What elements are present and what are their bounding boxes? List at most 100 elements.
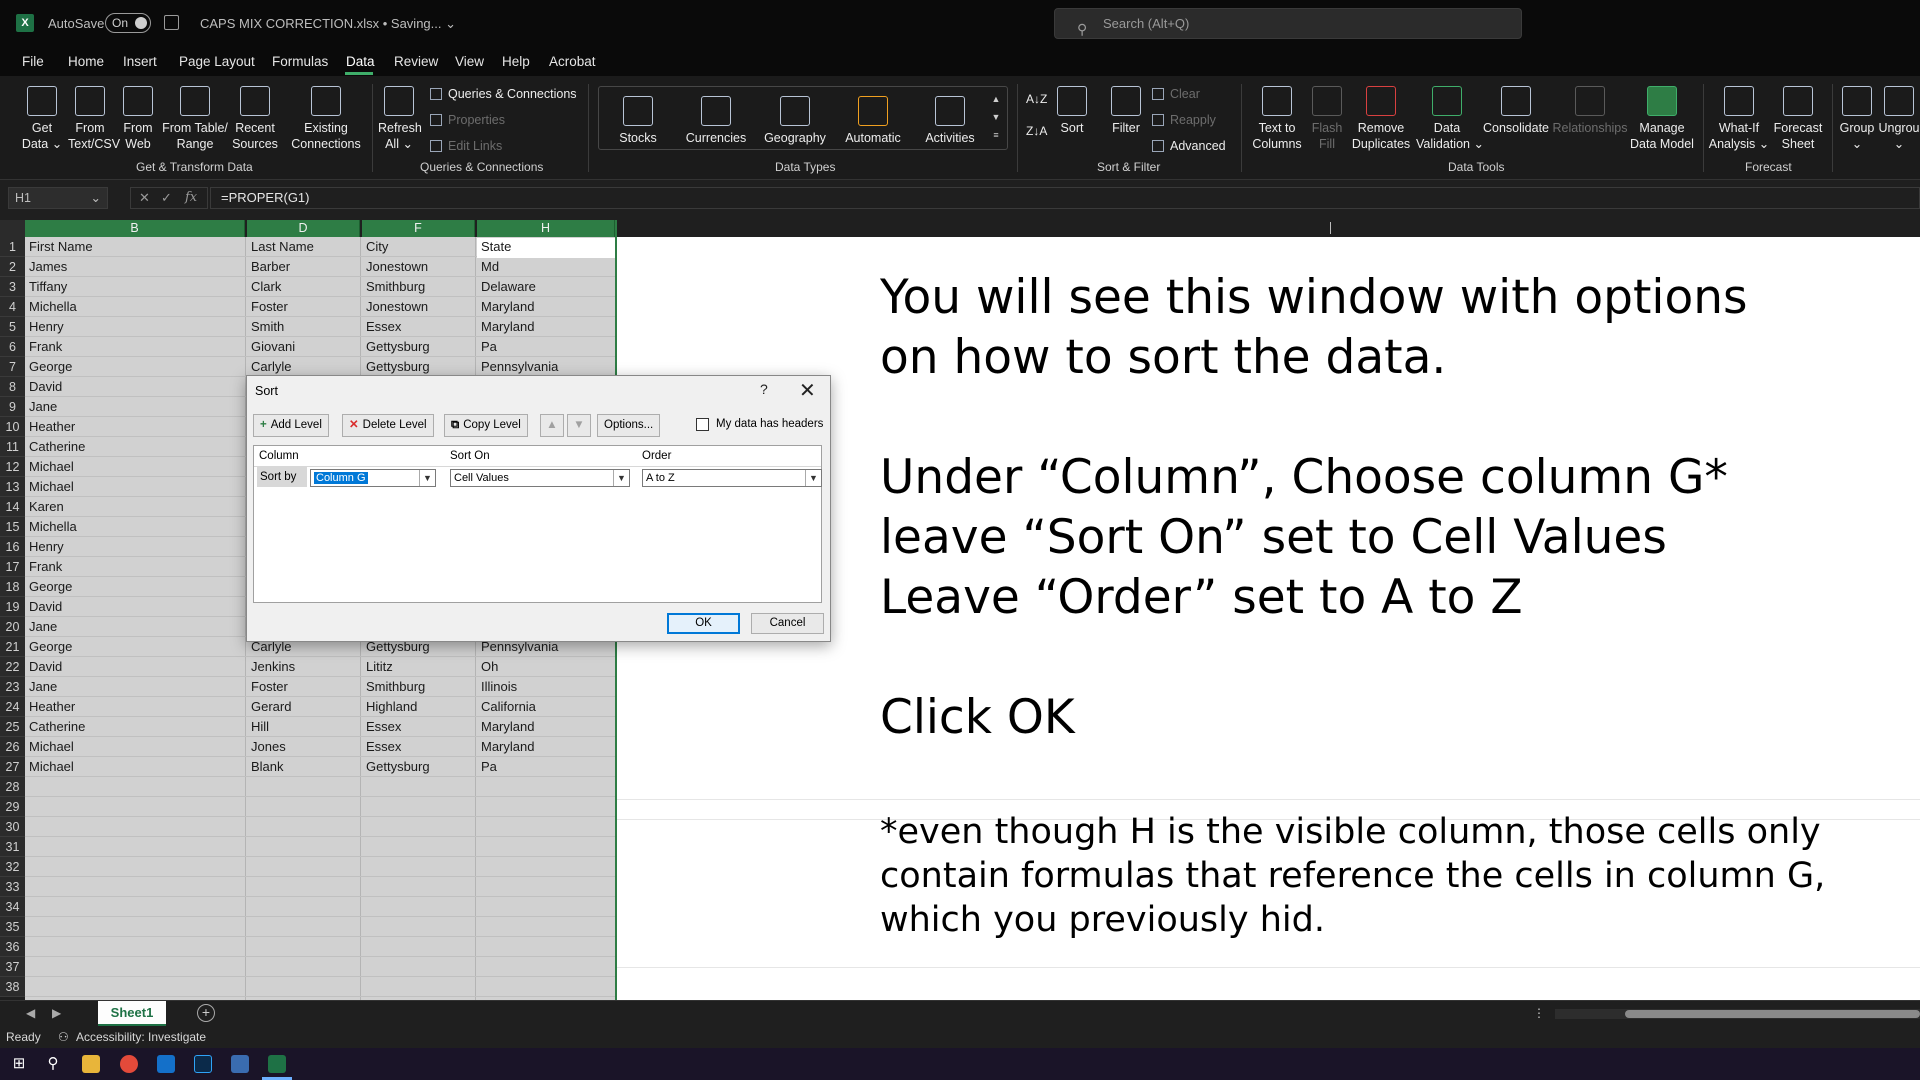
table-cell[interactable]: Michael: [27, 457, 243, 477]
row-header[interactable]: 17: [0, 557, 25, 577]
table-cell[interactable]: Barber: [249, 257, 358, 277]
tab-view[interactable]: View: [455, 54, 484, 69]
sort-on-select[interactable]: Cell Values ▼: [450, 469, 630, 487]
table-cell[interactable]: Karen: [27, 497, 243, 517]
table-cell[interactable]: Oh: [479, 657, 613, 677]
table-cell[interactable]: Heather: [27, 697, 243, 717]
from-text-csv-button[interactable]: From Text/CSV: [68, 86, 120, 152]
sort-z-a-icon[interactable]: Z↓A: [1026, 124, 1047, 138]
tab-data[interactable]: Data: [346, 54, 375, 69]
table-cell[interactable]: Henry: [27, 537, 243, 557]
scrollbar-thumb[interactable]: [1625, 1010, 1920, 1018]
row-header[interactable]: 23: [0, 677, 25, 697]
row-header[interactable]: 30: [0, 817, 25, 837]
table-cell[interactable]: Maryland: [479, 297, 613, 317]
table-cell[interactable]: Jenkins: [249, 657, 358, 677]
table-cell[interactable]: Carlyle: [249, 357, 358, 377]
insert-function-icon[interactable]: fx: [185, 188, 197, 208]
row-header[interactable]: 25: [0, 717, 25, 737]
row-header[interactable]: 35: [0, 917, 25, 937]
sort-a-z-icon[interactable]: A↓Z: [1026, 92, 1047, 106]
get-data-button[interactable]: Get Data ⌄: [20, 86, 64, 152]
horizontal-scrollbar[interactable]: [1555, 1009, 1920, 1019]
table-cell[interactable]: James: [27, 257, 243, 277]
table-cell[interactable]: Jones: [249, 737, 358, 757]
table-cell[interactable]: Smith: [249, 317, 358, 337]
table-cell[interactable]: Delaware: [479, 277, 613, 297]
table-cell[interactable]: Last Name: [249, 237, 358, 257]
row-header[interactable]: 10: [0, 417, 25, 437]
from-table-range-button[interactable]: From Table/ Range: [162, 86, 228, 152]
table-cell[interactable]: Essex: [364, 317, 473, 337]
table-cell[interactable]: Jane: [27, 617, 243, 637]
row-header[interactable]: 19: [0, 597, 25, 617]
table-cell[interactable]: Hill: [249, 717, 358, 737]
table-cell[interactable]: Jonestown: [364, 297, 473, 317]
table-cell[interactable]: David: [27, 597, 243, 617]
activities-button[interactable]: Activities: [920, 96, 980, 146]
document-title[interactable]: CAPS MIX CORRECTION.xlsx • Saving... ⌄: [200, 16, 456, 32]
table-cell[interactable]: Jane: [27, 397, 243, 417]
row-header[interactable]: 31: [0, 837, 25, 857]
row-header[interactable]: 13: [0, 477, 25, 497]
refresh-all-button[interactable]: Refresh All ⌄: [378, 86, 422, 152]
table-cell[interactable]: Henry: [27, 317, 243, 337]
table-cell[interactable]: Clark: [249, 277, 358, 297]
table-cell[interactable]: David: [27, 657, 243, 677]
headers-checkbox-label[interactable]: My data has headers: [716, 418, 823, 430]
move-up-button[interactable]: ▲: [540, 414, 564, 437]
row-header[interactable]: 7: [0, 357, 25, 377]
row-header[interactable]: 37: [0, 957, 25, 977]
copy-level-button[interactable]: ⧉ Copy Level: [444, 414, 528, 437]
table-cell[interactable]: State: [479, 237, 613, 257]
automatic-button[interactable]: Automatic: [842, 96, 904, 146]
table-cell[interactable]: Essex: [364, 737, 473, 757]
tab-insert[interactable]: Insert: [123, 54, 157, 69]
more-options-icon[interactable]: ⋮: [1533, 1006, 1545, 1020]
help-icon[interactable]: ?: [760, 381, 768, 397]
save-icon[interactable]: [164, 15, 179, 30]
column-header-f[interactable]: F: [362, 220, 475, 237]
recent-sources-button[interactable]: Recent Sources: [232, 86, 278, 152]
table-cell[interactable]: Pa: [479, 757, 613, 777]
table-cell[interactable]: Michael: [27, 477, 243, 497]
geography-button[interactable]: Geography: [762, 96, 828, 146]
tab-help[interactable]: Help: [502, 54, 530, 69]
existing-connections-button[interactable]: Existing Connections: [290, 86, 362, 152]
ungroup-button[interactable]: Ungrou ⌄: [1878, 86, 1920, 152]
row-header[interactable]: 9: [0, 397, 25, 417]
cancel-entry-icon[interactable]: ✕: [139, 188, 150, 208]
row-header[interactable]: 5: [0, 317, 25, 337]
row-header[interactable]: 24: [0, 697, 25, 717]
accessibility-status[interactable]: Accessibility: Investigate: [76, 1030, 206, 1044]
table-cell[interactable]: Gerard: [249, 697, 358, 717]
row-header[interactable]: 36: [0, 937, 25, 957]
manage-data-model-button[interactable]: Manage Data Model: [1630, 86, 1694, 152]
table-cell[interactable]: Foster: [249, 677, 358, 697]
tab-acrobat[interactable]: Acrobat: [549, 54, 596, 69]
table-cell[interactable]: Foster: [249, 297, 358, 317]
excel-taskbar-icon[interactable]: [268, 1055, 286, 1073]
table-cell[interactable]: Blank: [249, 757, 358, 777]
photos-icon[interactable]: [231, 1055, 249, 1073]
table-cell[interactable]: Smithburg: [364, 277, 473, 297]
table-cell[interactable]: Catherine: [27, 437, 243, 457]
table-cell[interactable]: Jonestown: [364, 257, 473, 277]
text-to-columns-button[interactable]: Text to Columns: [1248, 86, 1306, 152]
chrome-icon[interactable]: [120, 1055, 138, 1073]
edit-links-button[interactable]: Edit Links: [430, 139, 502, 153]
forecast-sheet-button[interactable]: Forecast Sheet: [1770, 86, 1826, 152]
table-cell[interactable]: Lititz: [364, 657, 473, 677]
row-header[interactable]: 27: [0, 757, 25, 777]
table-cell[interactable]: Highland: [364, 697, 473, 717]
formula-input[interactable]: =PROPER(G1): [210, 187, 1920, 209]
tab-home[interactable]: Home: [68, 54, 104, 69]
table-cell[interactable]: Jane: [27, 677, 243, 697]
table-cell[interactable]: Pennsylvania: [479, 357, 613, 377]
table-cell[interactable]: Essex: [364, 717, 473, 737]
row-header[interactable]: 2: [0, 257, 25, 277]
column-select[interactable]: Column G ▼: [310, 469, 436, 487]
table-cell[interactable]: Heather: [27, 417, 243, 437]
queries-connections-button[interactable]: Queries & Connections: [430, 87, 577, 101]
move-down-button[interactable]: ▼: [567, 414, 591, 437]
